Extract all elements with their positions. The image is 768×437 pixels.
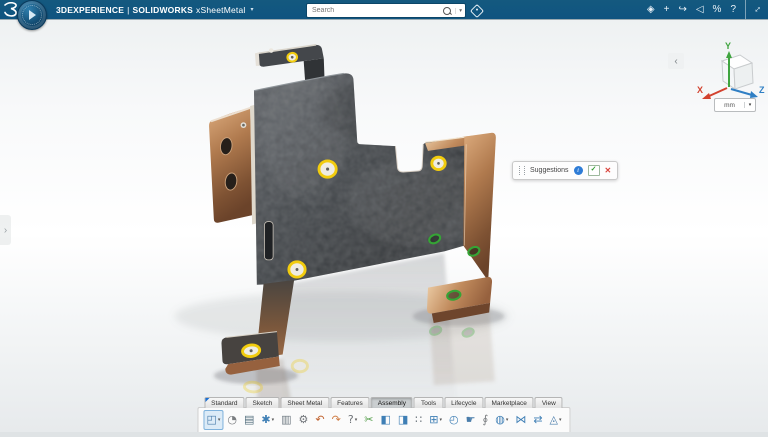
redo-icon[interactable]: ↷ ▾	[329, 410, 344, 430]
settings-gear-icon[interactable]: ⚙ ▾	[296, 410, 312, 430]
axis-z-label: Z	[759, 85, 765, 95]
viewport-3d[interactable]: › ‹ X Y Z mm ▾ Suggestions i ✓ ✕	[0, 19, 768, 432]
info-icon[interactable]: i	[574, 166, 583, 175]
part-right-flange	[463, 133, 496, 281]
insert-component-icon[interactable]: ◧ ▾	[377, 410, 393, 430]
search-box: ▾	[306, 3, 466, 18]
units-value: mm	[715, 102, 744, 109]
highlight-reflect-left-foot	[244, 382, 262, 393]
smart-fastener-icon[interactable]: ◴ ▾	[446, 410, 462, 430]
highlight-hole-upper-right[interactable]	[432, 157, 445, 169]
dropdown-caret-icon: ▾	[439, 417, 442, 423]
close-icon[interactable]: ✕	[605, 166, 612, 175]
axis-y-label: Y	[725, 41, 731, 51]
paperclip-icon[interactable]: ∮ ▾	[479, 410, 491, 430]
help-icon[interactable]: ?	[730, 0, 736, 19]
right-panel-expander[interactable]: ‹	[668, 53, 684, 69]
module-title: xSheetMetal	[196, 5, 245, 15]
active-workbench-marker	[205, 398, 209, 402]
app-title: SOLIDWORKS	[132, 5, 193, 15]
tag-icon[interactable]	[470, 3, 484, 17]
save-icon[interactable]: ▤ ▾	[241, 410, 257, 430]
ribbon-toolbar: ◰ ▾ ◔ ▾ ▤ ▾ ✱ ▾ ▥ ▾ ⚙	[197, 407, 570, 432]
move-component-icon[interactable]: ⇄ ▾	[530, 410, 545, 430]
tab-assembly[interactable]: Assembly	[371, 397, 413, 408]
options-icon[interactable]: ✱ ▾	[258, 410, 277, 430]
ribbon-tabs: Standard Sketch Sheet Metal Features Ass…	[204, 397, 564, 408]
web-icon[interactable]: ◍ ▾	[492, 410, 511, 430]
exploded-view-icon[interactable]: ◬ ▾	[547, 410, 565, 430]
dropdown-caret-icon: ▾	[559, 417, 562, 423]
drag-handle[interactable]	[519, 166, 525, 175]
chevron-down-icon: ▾	[744, 102, 755, 108]
view-cube[interactable]: X Y Z	[694, 41, 766, 105]
linear-pattern-icon[interactable]: ⊞ ▾	[426, 410, 445, 430]
export-icon[interactable]: ▥ ▾	[278, 410, 294, 430]
tab-standard[interactable]: Standard	[204, 397, 244, 408]
top-bar: 3DEXPERIENCE | SOLIDWORKS xSheetMetal ▾ …	[0, 0, 768, 19]
topbar-actions: ◈ + ↪ ◁ % ? ↕	[647, 0, 760, 19]
highlight-hole-lower-left[interactable]	[289, 262, 305, 277]
open-icon[interactable]: ◔ ▾	[224, 410, 240, 430]
tab-marketplace[interactable]: Marketplace	[484, 397, 533, 408]
tab-sheet-metal[interactable]: Sheet Metal	[280, 397, 329, 408]
units-dropdown[interactable]: mm ▾	[714, 98, 756, 112]
accept-suggestion-button[interactable]: ✓	[588, 165, 600, 176]
model-canvas[interactable]	[0, 19, 768, 432]
tab-view[interactable]: View	[535, 397, 563, 408]
help-icon[interactable]: ? ▾	[345, 410, 360, 430]
highlight-hole-left-foot[interactable]	[242, 344, 261, 358]
suggestions-popup: Suggestions i ✓ ✕	[512, 161, 618, 180]
preferences-icon[interactable]: %	[713, 0, 722, 19]
highlight-hole-upper-left[interactable]	[319, 161, 336, 177]
part-left-flange	[209, 108, 253, 223]
search-icon[interactable]	[443, 7, 451, 15]
measure-icon[interactable]: ✂ ▾	[361, 410, 376, 430]
highlight-reflect-lower-left	[292, 360, 307, 371]
tab-features[interactable]: Features	[330, 397, 370, 408]
fullscreen-icon[interactable]: ↕	[745, 0, 760, 19]
mate-icon[interactable]: ⋈ ▾	[512, 410, 529, 430]
suggestions-label: Suggestions	[530, 167, 569, 174]
add-icon[interactable]: +	[664, 0, 670, 19]
tab-lifecycle[interactable]: Lifecycle	[444, 397, 483, 408]
feedback-icon[interactable]: ◈	[647, 0, 655, 19]
axis-x-label: X	[697, 85, 703, 95]
undo-icon[interactable]: ↶ ▾	[312, 410, 327, 430]
dropdown-caret-icon: ▾	[506, 417, 509, 423]
share-icon[interactable]: ↪	[678, 0, 686, 19]
3dexperience-compass-icon[interactable]	[17, 0, 47, 30]
dropdown-caret-icon: ▾	[272, 417, 275, 423]
left-panel-expander[interactable]: ›	[0, 215, 11, 245]
collaborate-icon[interactable]: ◁	[696, 0, 704, 19]
dropdown-caret-icon: ▾	[218, 417, 221, 423]
highlight-hole-tab[interactable]	[287, 52, 298, 62]
chevron-down-icon: ▾	[251, 6, 254, 13]
search-input[interactable]	[310, 6, 443, 15]
replace-component-icon[interactable]: ◨ ▾	[395, 410, 411, 430]
dropdown-caret-icon: ▾	[355, 417, 358, 423]
app-title-menu[interactable]: 3DEXPERIENCE | SOLIDWORKS xSheetMetal ▾	[56, 5, 254, 15]
tab-tools[interactable]: Tools	[414, 397, 443, 408]
platform-title: 3DEXPERIENCE	[56, 5, 124, 15]
compass-play-icon	[29, 10, 36, 20]
title-divider: |	[127, 5, 129, 15]
new-icon[interactable]: ◰ ▾	[203, 410, 223, 430]
tab-sketch[interactable]: Sketch	[246, 397, 280, 408]
pattern-icon[interactable]: ∷ ▾	[412, 410, 425, 430]
action-bar: Standard Sketch Sheet Metal Features Ass…	[197, 397, 570, 432]
drag-component-icon[interactable]: ☛ ▾	[463, 410, 479, 430]
search-options-chevron-icon[interactable]: ▾	[455, 8, 462, 14]
